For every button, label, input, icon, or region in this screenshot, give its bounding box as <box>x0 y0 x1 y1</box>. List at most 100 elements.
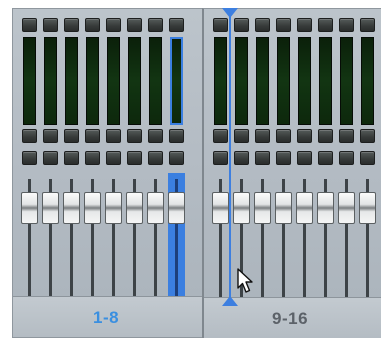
channel-strip-3 <box>63 9 80 299</box>
fader-cap[interactable] <box>275 192 292 224</box>
fader-cap[interactable] <box>147 192 164 224</box>
fader-cap[interactable] <box>233 192 250 224</box>
channel-button-lower[interactable] <box>127 151 142 165</box>
channel-button-lower[interactable] <box>339 151 354 165</box>
channel-button-upper[interactable] <box>22 129 37 143</box>
channel-button-upper[interactable] <box>339 129 354 143</box>
channel-strip-10 <box>233 9 250 299</box>
channel-button-lower[interactable] <box>297 151 312 165</box>
channel-strip-7 <box>147 9 164 299</box>
channel-button-lower[interactable] <box>22 151 37 165</box>
channel-button-upper[interactable] <box>64 129 79 143</box>
channel-button-lower[interactable] <box>169 151 184 165</box>
channel-button-lower[interactable] <box>234 151 249 165</box>
channel-button-upper[interactable] <box>213 129 228 143</box>
channel-top-button[interactable] <box>148 18 163 32</box>
channel-top-button[interactable] <box>127 18 142 32</box>
fader-cap[interactable] <box>212 192 229 224</box>
channel-strip-11 <box>254 9 271 299</box>
level-meter <box>319 37 332 125</box>
mouse-pointer-icon <box>237 268 253 293</box>
level-meter <box>149 37 162 125</box>
channel-button-upper[interactable] <box>297 129 312 143</box>
level-meter <box>214 37 227 125</box>
insertion-marker-line[interactable] <box>229 10 231 305</box>
channel-button-lower[interactable] <box>148 151 163 165</box>
channel-button-upper[interactable] <box>234 129 249 143</box>
channel-strip-2 <box>42 9 59 299</box>
channel-top-button[interactable] <box>276 18 291 32</box>
channel-button-upper[interactable] <box>127 129 142 143</box>
channel-top-button[interactable] <box>85 18 100 32</box>
playhead-marker-icon[interactable] <box>222 296 238 306</box>
level-meter <box>65 37 78 125</box>
channel-top-button[interactable] <box>43 18 58 32</box>
channel-top-button[interactable] <box>339 18 354 32</box>
level-meter <box>298 37 311 125</box>
fader-cap[interactable] <box>126 192 143 224</box>
channel-button-lower[interactable] <box>64 151 79 165</box>
channel-strip-15 <box>338 9 355 299</box>
channel-strip-6 <box>126 9 143 299</box>
channel-button-lower[interactable] <box>360 151 375 165</box>
fader-cap[interactable] <box>296 192 313 224</box>
channel-top-button[interactable] <box>318 18 333 32</box>
channel-strip-12 <box>275 9 292 299</box>
channel-button-lower[interactable] <box>213 151 228 165</box>
channel-strip-1 <box>21 9 38 299</box>
level-meter <box>128 37 141 125</box>
level-meter <box>107 37 120 125</box>
channel-top-button[interactable] <box>64 18 79 32</box>
channel-button-upper[interactable] <box>148 129 163 143</box>
channel-top-button[interactable] <box>22 18 37 32</box>
channel-top-button[interactable] <box>255 18 270 32</box>
bank-label-1-8: 1-8 <box>93 308 120 327</box>
channel-button-upper[interactable] <box>85 129 100 143</box>
channel-button-upper[interactable] <box>169 129 184 143</box>
channel-button-upper[interactable] <box>106 129 121 143</box>
level-meter <box>235 37 248 125</box>
channel-button-lower[interactable] <box>85 151 100 165</box>
fader-cap[interactable] <box>84 192 101 224</box>
level-meter <box>170 37 183 125</box>
channel-top-button[interactable] <box>169 18 184 32</box>
channel-button-lower[interactable] <box>43 151 58 165</box>
fader-cap[interactable] <box>338 192 355 224</box>
channel-button-upper[interactable] <box>255 129 270 143</box>
fader-cap[interactable] <box>105 192 122 224</box>
channel-button-lower[interactable] <box>276 151 291 165</box>
fader-cap[interactable] <box>63 192 80 224</box>
bank-label-bar[interactable]: 1-8 <box>13 296 202 337</box>
level-meter <box>277 37 290 125</box>
fader-cap[interactable] <box>168 192 185 224</box>
bank-1-8: 1-8 <box>12 8 202 338</box>
fader-cap[interactable] <box>359 192 376 224</box>
level-meter <box>86 37 99 125</box>
channel-strip-5 <box>105 9 122 299</box>
fader-cap[interactable] <box>42 192 59 224</box>
channel-strip-14 <box>317 9 334 299</box>
channel-strip-13 <box>296 9 313 299</box>
channel-top-button[interactable] <box>106 18 121 32</box>
fader-cap[interactable] <box>317 192 334 224</box>
channel-button-upper[interactable] <box>318 129 333 143</box>
channel-button-lower[interactable] <box>255 151 270 165</box>
bank-label-9-16: 9-16 <box>272 309 309 328</box>
channel-button-upper[interactable] <box>276 129 291 143</box>
fader-cap[interactable] <box>254 192 271 224</box>
channel-button-lower[interactable] <box>318 151 333 165</box>
channel-top-button[interactable] <box>360 18 375 32</box>
level-meter <box>340 37 353 125</box>
channel-top-button[interactable] <box>213 18 228 32</box>
channel-button-upper[interactable] <box>43 129 58 143</box>
level-meter <box>23 37 36 125</box>
channel-strip-4 <box>84 9 101 299</box>
playhead-marker-icon[interactable] <box>222 8 238 18</box>
channel-button-upper[interactable] <box>360 129 375 143</box>
fader-cap[interactable] <box>21 192 38 224</box>
channel-strip-9 <box>212 9 229 299</box>
channel-button-lower[interactable] <box>106 151 121 165</box>
channel-top-button[interactable] <box>234 18 249 32</box>
level-meter <box>44 37 57 125</box>
channel-top-button[interactable] <box>297 18 312 32</box>
